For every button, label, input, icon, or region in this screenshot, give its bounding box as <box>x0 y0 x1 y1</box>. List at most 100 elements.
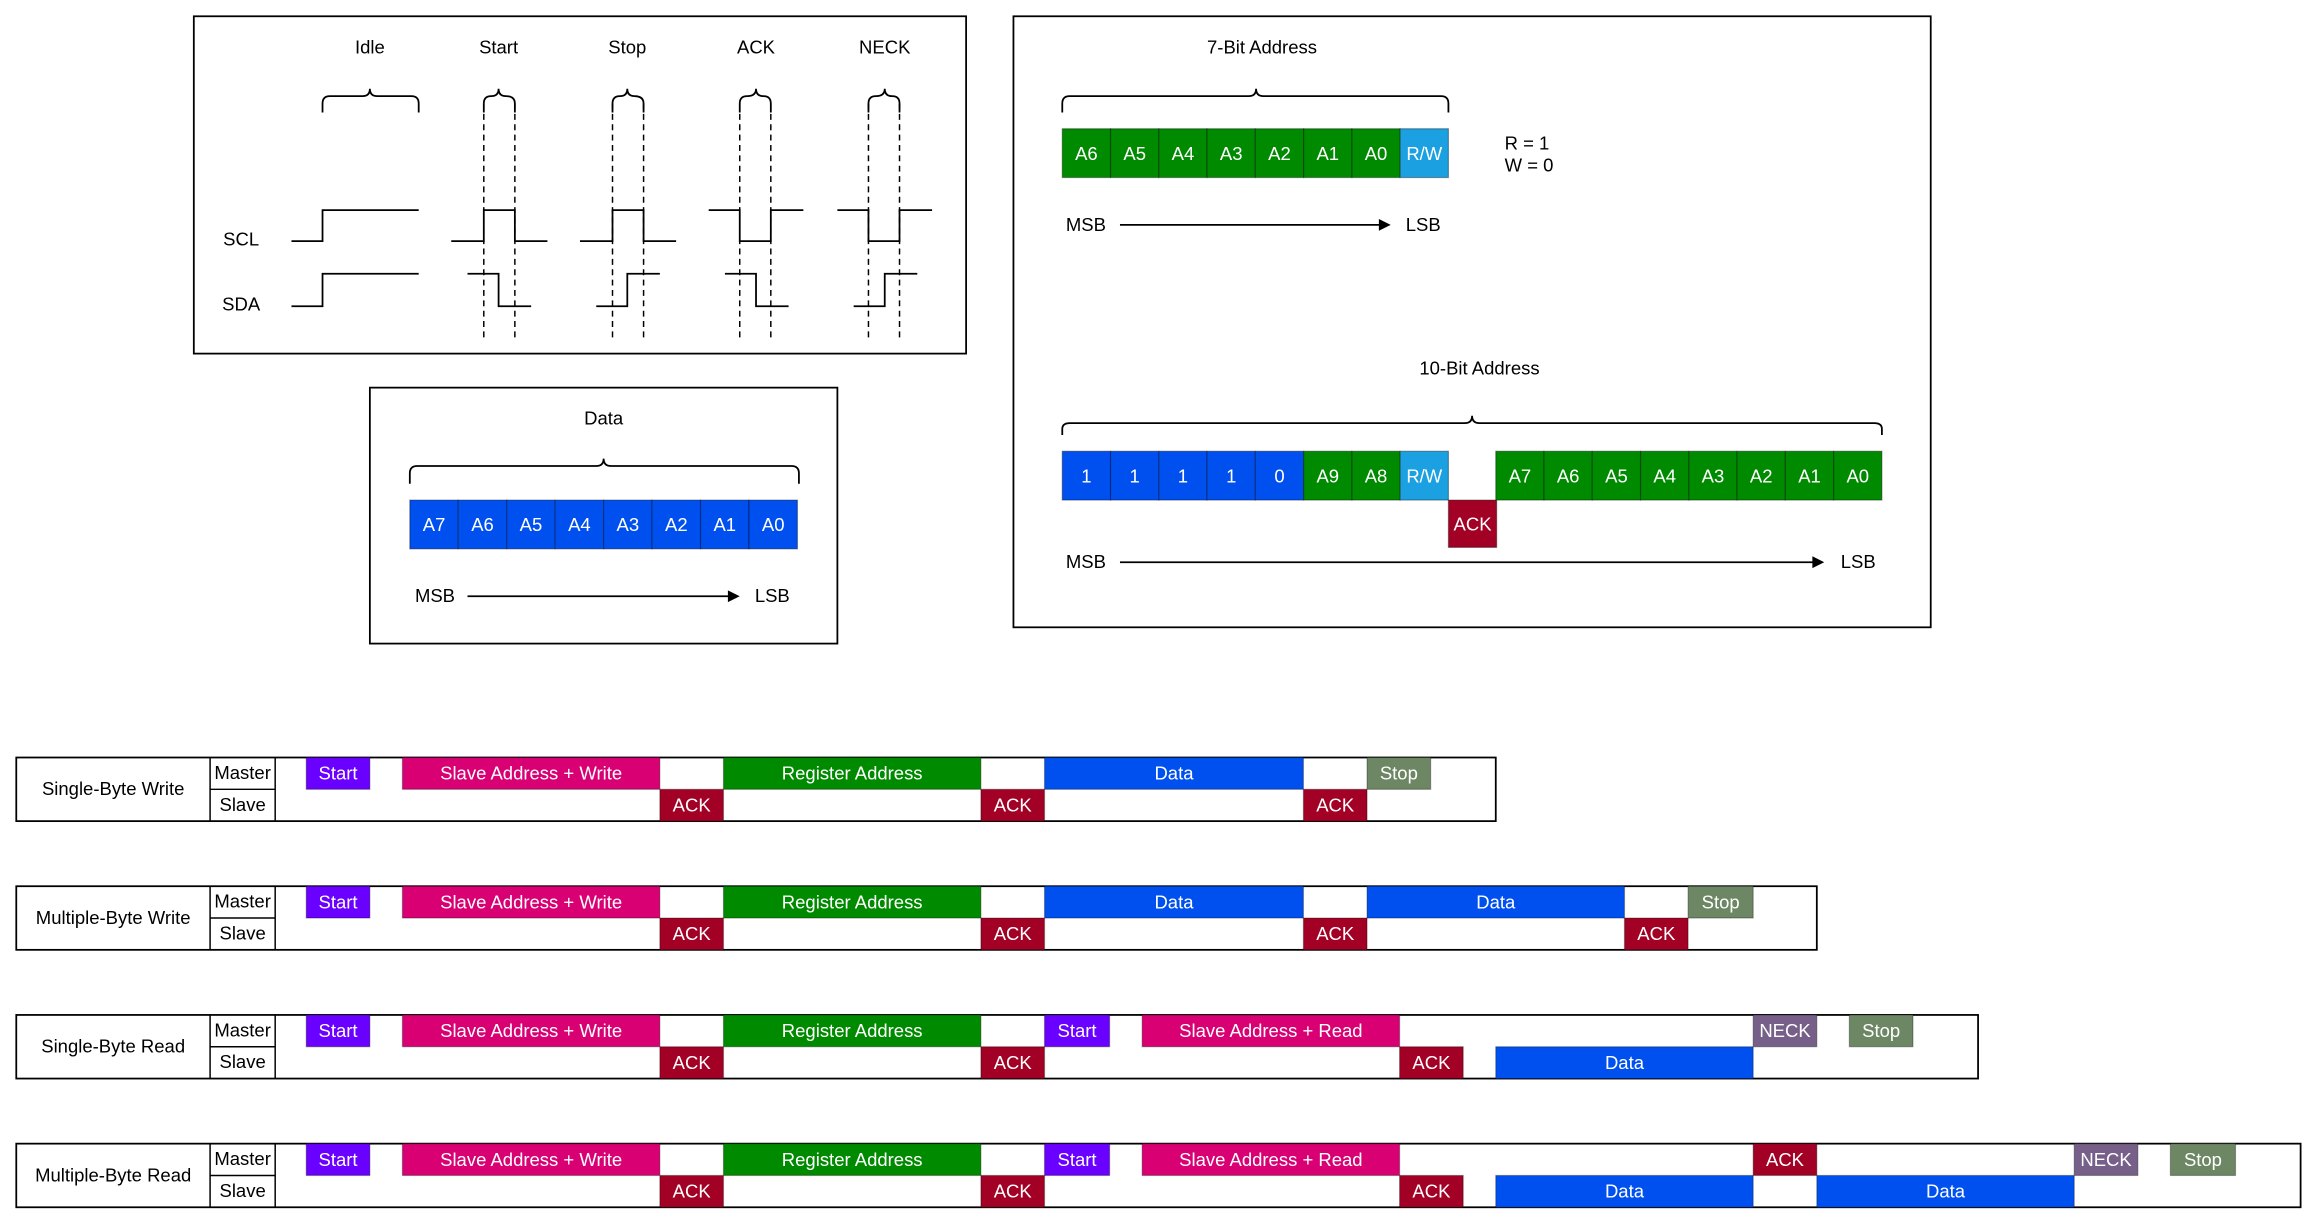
segment-ack: ACK <box>1766 1149 1805 1170</box>
7bit-cell-label: R/W <box>1406 143 1442 164</box>
10bit-first-cell-label: 0 <box>1274 465 1284 486</box>
lsb-label: LSB <box>755 585 790 606</box>
segment-ack: ACK <box>673 923 712 944</box>
segment-ack: ACK <box>1637 923 1676 944</box>
10bit-second-cell-label: A0 <box>1846 465 1869 486</box>
10bit-second-cell-label: A1 <box>1798 465 1821 486</box>
segment-ack: ACK <box>1412 1181 1451 1202</box>
segment-neck: NECK <box>1759 1020 1811 1041</box>
segment-start: Start <box>1058 1020 1097 1041</box>
10bit-first-cell-label: A8 <box>1365 465 1388 486</box>
segment-stop: Stop <box>1862 1020 1900 1041</box>
transaction-multiple-byte-read: Multiple-Byte Read Master Slave Start Slave … <box>15 1142 2302 1209</box>
7bit-cell-label: A1 <box>1316 143 1339 164</box>
segment-stop: Stop <box>1702 891 1740 912</box>
transaction-multiple-byte-write: Multiple-Byte Write Master Slave Start Slave… <box>15 885 1818 951</box>
10bit-msb-label: MSB <box>1066 551 1106 572</box>
segment-ack: ACK <box>673 795 712 816</box>
data-bit-label: A5 <box>520 514 543 535</box>
data-bit-label: A0 <box>762 514 785 535</box>
segment-ack: ACK <box>994 795 1033 816</box>
rw-note-write: W = 0 <box>1505 155 1554 176</box>
segment-ack: ACK <box>673 1052 712 1073</box>
transaction-sequences: Single-Byte Write Master Slave Start Slave A… <box>15 756 2302 1209</box>
segment-ack: ACK <box>1412 1052 1451 1073</box>
7bit-cell-label: A0 <box>1365 143 1388 164</box>
10bit-second-cell-label: A4 <box>1653 465 1676 486</box>
7bit-cell-label: A3 <box>1220 143 1243 164</box>
transaction-name: Single-Byte Read <box>41 1036 185 1057</box>
7bit-title: 7-Bit Address <box>1207 36 1317 57</box>
segment-data: Data <box>1154 763 1194 784</box>
10bit-second-cell-label: A3 <box>1702 465 1725 486</box>
master-lane-label: Master <box>214 891 271 912</box>
10bit-first-cell-label: 1 <box>1130 465 1140 486</box>
master-lane-label: Master <box>214 1019 271 1040</box>
segment-data: Data <box>1476 891 1516 912</box>
10bit-first-cell-label: 1 <box>1178 465 1188 486</box>
data-bit-label: A2 <box>665 514 688 535</box>
10bit-title: 10-Bit Address <box>1419 357 1539 378</box>
segment-start: Start <box>319 1149 358 1170</box>
segment-ack: ACK <box>994 923 1033 944</box>
segment-ack: ACK <box>994 1181 1033 1202</box>
7bit-cell-label: A5 <box>1123 143 1146 164</box>
transaction-single-byte-write: Single-Byte Write Master Slave Start Slave A… <box>15 756 1497 823</box>
10bit-first-cell-label: 1 <box>1081 465 1091 486</box>
segment-data: Data <box>1605 1181 1645 1202</box>
slave-lane-label: Slave <box>220 794 266 815</box>
data-frame-title: Data <box>584 408 624 429</box>
i2c-diagram: Idle Start Stop ACK NECK SCL SDA Data A7… <box>15 15 2302 1209</box>
master-lane-label: Master <box>214 1148 271 1169</box>
10bit-first-cell-label: 1 <box>1226 465 1236 486</box>
segment-start: Start <box>1058 1149 1097 1170</box>
10bit-second-cell-label: A6 <box>1557 465 1580 486</box>
state-label-start: Start <box>479 36 518 57</box>
data-frame-panel: Data A7 A6 A5 A4 A3 A2 A1 A0 MSB LSB <box>368 386 839 645</box>
10bit-second-cell-label: A2 <box>1750 465 1773 486</box>
10bit-lsb-label: LSB <box>1841 551 1876 572</box>
transaction-name: Multiple-Byte Write <box>36 907 191 928</box>
segment-register-address: Register Address <box>782 1020 923 1041</box>
segment-data: Data <box>1154 891 1194 912</box>
msb-label: MSB <box>415 585 455 606</box>
transaction-name: Single-Byte Write <box>42 778 184 799</box>
segment-start: Start <box>319 1020 358 1041</box>
segment-register-address: Register Address <box>782 763 923 784</box>
data-bit-label: A7 <box>423 514 446 535</box>
segment-stop: Stop <box>1380 763 1418 784</box>
segment-register-address: Register Address <box>782 1149 923 1170</box>
signal-conditions-panel: Idle Start Stop ACK NECK SCL SDA <box>192 15 967 355</box>
data-bit-label: A3 <box>617 514 640 535</box>
state-label-neck: NECK <box>859 36 911 57</box>
data-bit-label: A4 <box>568 514 591 535</box>
10bit-first-cell-label: A9 <box>1316 465 1339 486</box>
sda-label: SDA <box>222 294 261 315</box>
segment-ack: ACK <box>1316 923 1355 944</box>
slave-lane-label: Slave <box>220 1051 266 1072</box>
10bit-first-cell-label: R/W <box>1406 465 1442 486</box>
state-label-idle: Idle <box>355 36 385 57</box>
7bit-cell-label: A4 <box>1172 143 1195 164</box>
10bit-ack-label: ACK <box>1454 513 1493 534</box>
transaction-single-byte-read: Single-Byte Read Master Slave Start Slave Ad… <box>15 1014 1979 1080</box>
segment-stop: Stop <box>2184 1149 2222 1170</box>
data-bit-label: A1 <box>713 514 736 535</box>
segment-slave-address-write: Slave Address + Write <box>440 891 622 912</box>
master-lane-label: Master <box>214 762 271 783</box>
slave-lane-label: Slave <box>220 922 266 943</box>
address-panel: 7-Bit Address A6 A5 A4 A3 A2 A1 A0 R/W R = 1 W … <box>1012 15 1932 629</box>
rw-note-read: R = 1 <box>1505 132 1550 153</box>
slave-lane-label: Slave <box>220 1180 266 1201</box>
10bit-second-cell-label: A7 <box>1509 465 1532 486</box>
state-label-ack: ACK <box>737 36 776 57</box>
panel-border <box>192 15 967 355</box>
segment-ack: ACK <box>1316 795 1355 816</box>
state-label-stop: Stop <box>608 36 646 57</box>
segment-slave-address-write: Slave Address + Write <box>440 1149 622 1170</box>
segment-register-address: Register Address <box>782 891 923 912</box>
segment-start: Start <box>319 891 358 912</box>
segment-data: Data <box>1926 1181 1966 1202</box>
segment-ack: ACK <box>994 1052 1033 1073</box>
segment-start: Start <box>319 763 358 784</box>
